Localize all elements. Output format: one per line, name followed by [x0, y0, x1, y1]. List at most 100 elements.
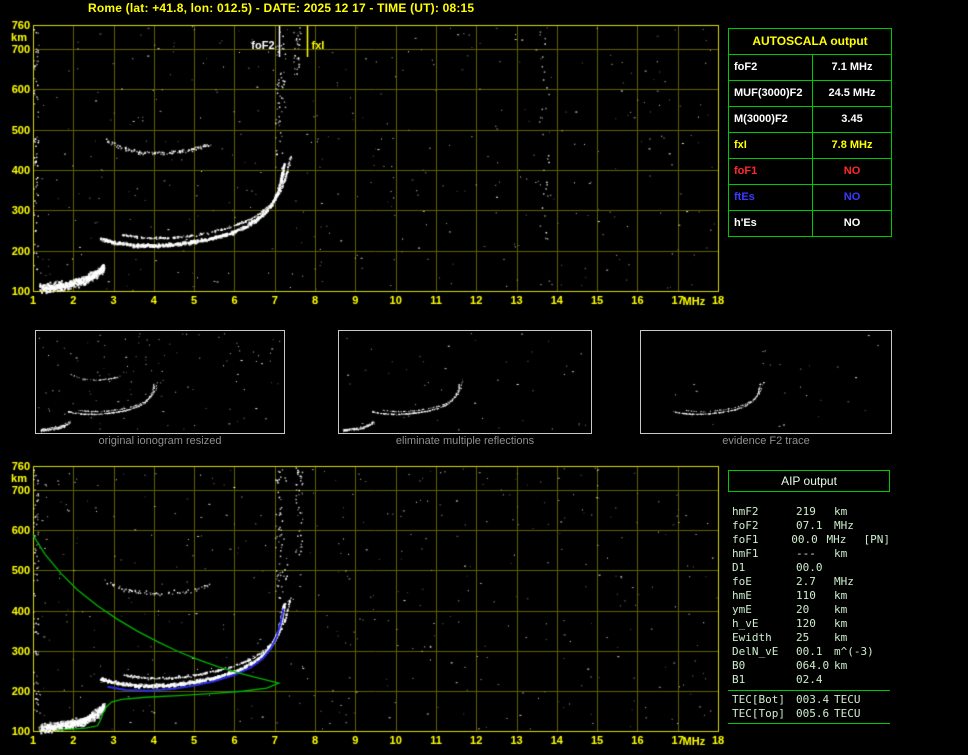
aip-param-label: TEC[Bot] — [732, 693, 785, 706]
aip-param-label: TEC[Top] — [732, 707, 785, 720]
aip-param-value: 02.4 — [796, 673, 823, 686]
thumbnail-evidence-f2-canvas — [640, 330, 892, 434]
autoscala-table-rows: foF2 7.1 MHz MUF(3000)F2 24.5 MHz M(3000)F2 3… — [729, 55, 891, 236]
aip-param-value: 20 — [796, 603, 810, 616]
autoscala-param-value: NO — [843, 165, 861, 177]
thumbnail-caption-f2trace: evidence F2 trace — [722, 435, 810, 447]
aip-param-label: foF2 — [732, 519, 759, 532]
aip-row: foE 2.7 MHz — [728, 575, 890, 589]
aip-param-value: 07.1 — [796, 519, 823, 532]
aip-param-label: foF1 — [732, 533, 759, 546]
autoscala-row: ftEs NO — [729, 185, 891, 211]
aip-param-unit: TECU — [834, 707, 861, 720]
aip-param-extra — [874, 673, 890, 687]
aip-param-extra — [874, 617, 890, 631]
thumbnail-original-ionogram-canvas — [35, 330, 285, 434]
autoscala-param-value: 7.1 MHz — [831, 61, 873, 73]
aip-param-value: 00.1 — [796, 645, 823, 658]
aip-row: hmF2 219 km — [728, 505, 890, 519]
aip-param-extra — [874, 603, 890, 617]
aip-param-unit: km — [834, 603, 848, 616]
aip-param-value: 219 — [796, 505, 816, 518]
aip-param-extra — [874, 547, 890, 561]
aip-param-extra — [874, 519, 890, 533]
top-ionogram-canvas — [0, 18, 730, 312]
aip-row: foF2 07.1 MHz — [728, 519, 890, 533]
aip-row: hmE 110 km — [728, 589, 890, 603]
aip-row: h_vE 120 km — [728, 617, 890, 631]
autoscala-param-label: fxI — [729, 133, 813, 158]
aip-row: foF1 00.0 MHz [PN] — [728, 533, 890, 547]
autoscala-row: foF2 7.1 MHz — [729, 55, 891, 81]
aip-param-label: B1 — [732, 673, 746, 686]
aip-row: B0 064.0 km — [728, 659, 890, 673]
autoscala-param-value: 3.45 — [841, 113, 863, 125]
aip-param-value: 00.0 — [791, 533, 818, 546]
autoscala-output-table: AUTOSCALA output foF2 7.1 MHz MUF(3000)F2 2… — [728, 28, 892, 237]
aip-param-unit: TECU — [834, 693, 861, 706]
autoscala-row: h'Es NO — [729, 211, 891, 236]
autoscala-row: M(3000)F2 3.45 — [729, 107, 891, 133]
aip-param-unit: km — [834, 547, 848, 560]
aip-param-label: h_vE — [732, 617, 759, 630]
aip-param-unit: m^(-3) — [834, 645, 874, 658]
aip-row: TEC[Bot] 003.4 TECU — [728, 693, 890, 707]
aip-param-unit: MHz — [834, 575, 854, 588]
aip-param-unit: km — [834, 617, 848, 630]
autoscala-param-value: NO — [843, 191, 861, 203]
aip-param-extra — [874, 693, 890, 707]
aip-param-extra — [874, 659, 890, 673]
aip-param-label: hmE — [732, 589, 752, 602]
aip-param-label: DelN_vE — [732, 645, 779, 658]
aip-row: DelN_vE 00.1 m^(-3) — [728, 645, 890, 659]
aip-param-value: 005.6 — [796, 707, 830, 720]
aip-param-unit: km — [834, 589, 848, 602]
aip-row: Ewidth 25 km — [728, 631, 890, 645]
aip-param-unit: MHz — [834, 519, 854, 532]
aip-row: hmF1 --- km — [728, 547, 890, 561]
aip-param-label: Ewidth — [732, 631, 772, 644]
autoscala-param-label: ftEs — [729, 185, 813, 210]
autoscala-row: foF1 NO — [729, 159, 891, 185]
aip-param-value: 25 — [796, 631, 810, 644]
autoscala-param-label: foF2 — [729, 55, 813, 80]
autoscala-row: MUF(3000)F2 24.5 MHz — [729, 81, 891, 107]
aip-param-extra — [874, 589, 890, 603]
autoscala-param-value: 24.5 MHz — [828, 87, 876, 99]
thumbnail-caption-original: original ionogram resized — [98, 435, 222, 447]
autoscala-param-value: 7.8 MHz — [831, 139, 873, 151]
aip-param-label: ymE — [732, 603, 752, 616]
aip-param-label: hmF1 — [732, 547, 759, 560]
aip-param-extra — [874, 707, 890, 721]
thumbnail-caption-multiples: eliminate multiple reflections — [395, 435, 535, 447]
aip-row: B1 02.4 — [728, 673, 890, 687]
aip-tec-section: TEC[Bot] 003.4 TECU TEC[Top] 005.6 TECU — [728, 690, 890, 724]
aip-table-title: AIP output — [728, 470, 890, 492]
aip-param-extra — [874, 645, 890, 659]
autoscala-param-value: NO — [843, 217, 861, 229]
aip-param-extra — [874, 575, 890, 589]
aip-param-value: 00.0 — [796, 561, 823, 574]
aip-param-label: D1 — [732, 561, 746, 574]
aip-output-table: AIP output hmF2 219 km foF2 07.1 MHz foF1 00.0 M… — [728, 470, 890, 724]
aip-param-value: 110 — [796, 589, 816, 602]
aip-param-label: B0 — [732, 659, 746, 672]
aip-param-value: --- — [796, 547, 816, 560]
aip-param-value: 2.7 — [796, 575, 816, 588]
autoscala-param-label: M(3000)F2 — [729, 107, 813, 132]
aip-param-extra — [874, 505, 890, 519]
aip-param-value: 064.0 — [796, 659, 830, 672]
aip-param-unit: km — [834, 505, 848, 518]
aip-param-value: 003.4 — [796, 693, 830, 706]
aip-row: TEC[Top] 005.6 TECU — [728, 707, 890, 721]
autoscala-table-title: AUTOSCALA output — [729, 29, 891, 55]
aip-row: ymE 20 km — [728, 603, 890, 617]
aip-param-extra — [874, 631, 890, 645]
autoscala-row: fxI 7.8 MHz — [729, 133, 891, 159]
aip-param-label: foE — [732, 575, 752, 588]
autoscala-param-label: h'Es — [729, 211, 813, 236]
aip-param-unit: km — [834, 631, 848, 644]
aip-param-value: 120 — [796, 617, 816, 630]
aip-param-unit: km — [834, 659, 848, 672]
aip-param-extra — [874, 561, 890, 575]
